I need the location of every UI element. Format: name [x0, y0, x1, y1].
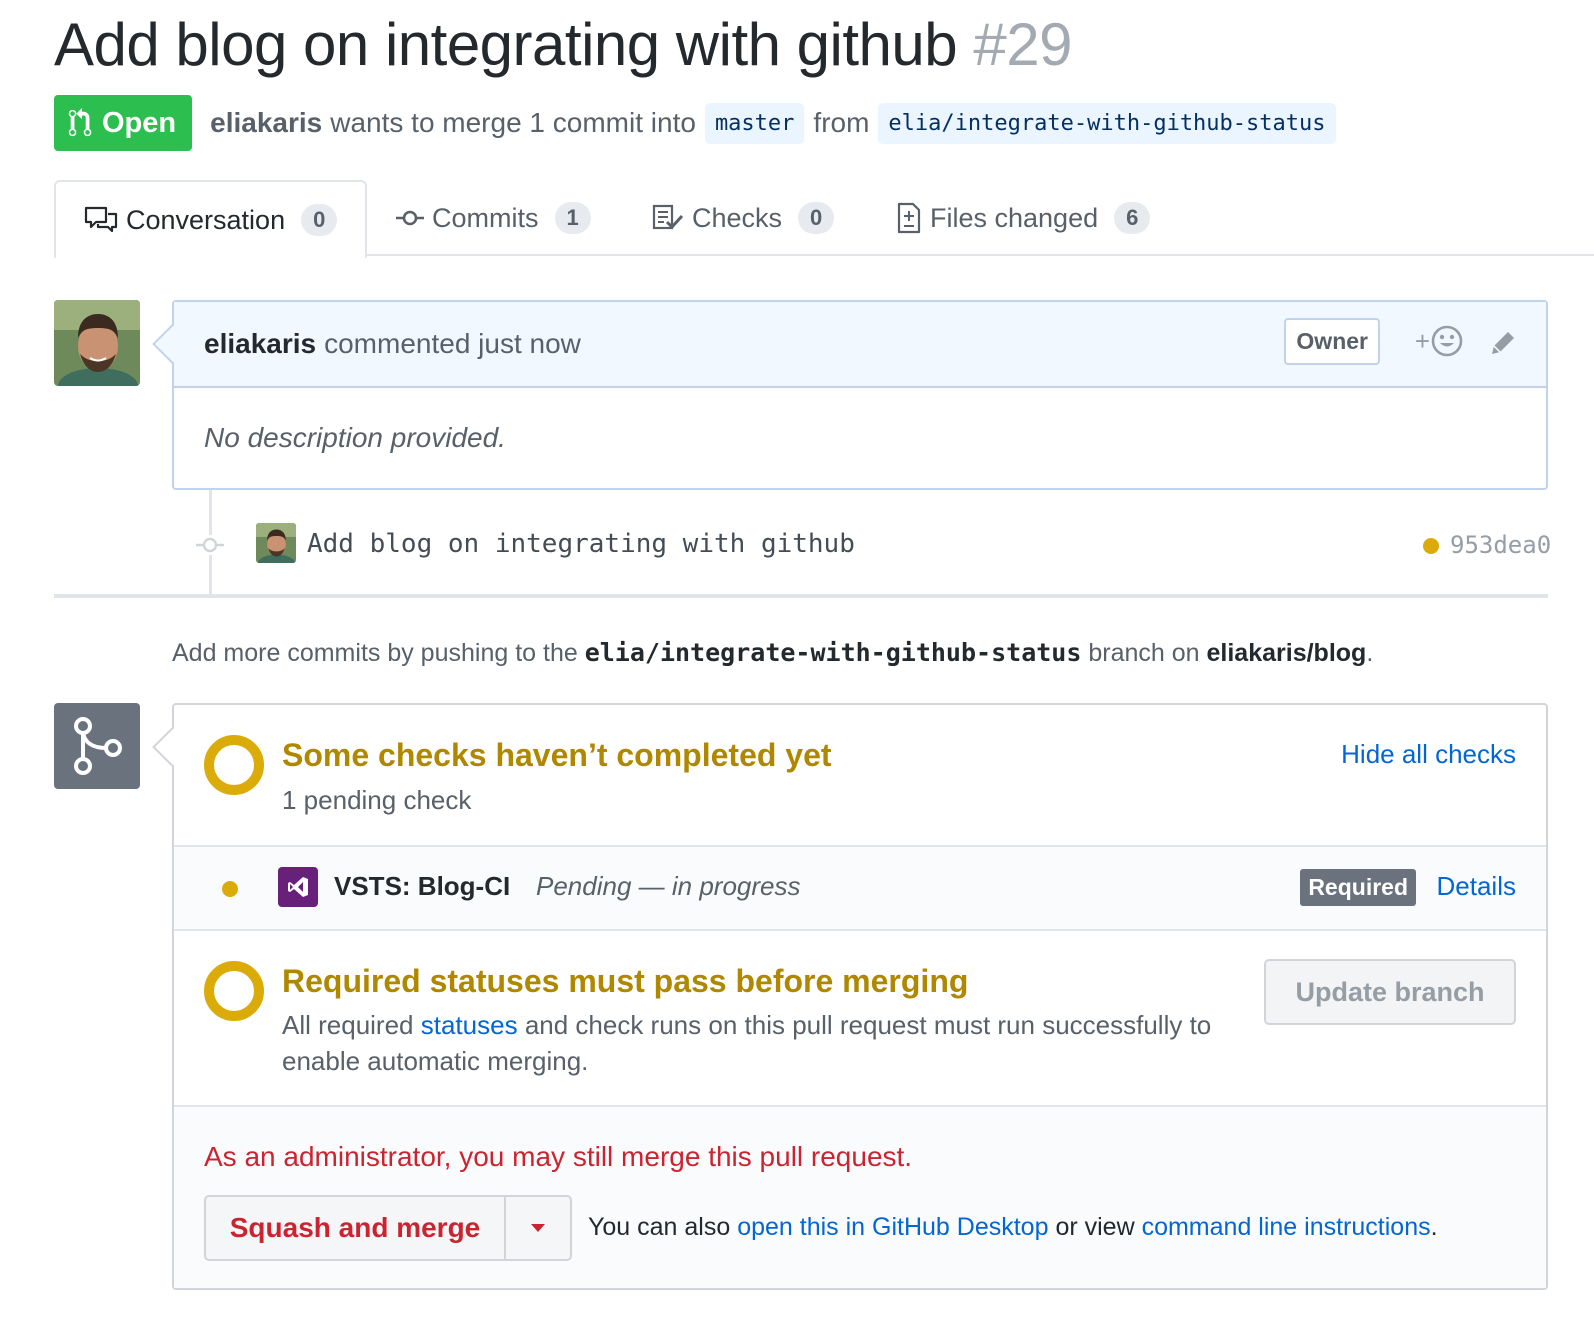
push-note-suffix: .	[1366, 639, 1374, 667]
required-heading: Required statuses must pass before mergi…	[282, 963, 969, 999]
timeline-divider	[54, 594, 1548, 598]
add-reaction-button[interactable]: +	[1415, 324, 1464, 358]
commit-message[interactable]: Add blog on integrating with github	[307, 529, 855, 559]
visual-studio-icon	[278, 867, 318, 907]
comment-body: No description provided.	[204, 422, 506, 453]
commit-sha[interactable]: 953dea0	[1450, 531, 1551, 559]
push-note-repo: eliakaris/blog	[1206, 639, 1367, 667]
author-avatar[interactable]	[54, 300, 140, 386]
pencil-icon	[1492, 332, 1514, 354]
comment-arrow	[152, 324, 192, 364]
push-note-branch: elia/integrate-with-github-status	[584, 638, 1082, 667]
open-desktop-link[interactable]: open this in GitHub Desktop	[737, 1213, 1048, 1241]
checks-heading: Some checks haven’t completed yet	[282, 737, 832, 773]
pr-title-text: Add blog on integrating with github	[54, 11, 958, 78]
tab-commits[interactable]: Commits 1	[396, 180, 591, 256]
comment-action[interactable]: commented just now	[324, 328, 581, 360]
comment-box: eliakaris commented just now Owner + No …	[152, 300, 1548, 490]
cli-instructions-link[interactable]: command line instructions	[1142, 1213, 1431, 1241]
pending-ring-icon	[204, 735, 264, 795]
pr-title: Add blog on integrating with github #29	[54, 10, 1072, 79]
update-branch-button[interactable]: Update branch	[1264, 959, 1516, 1025]
triangle-down-icon	[531, 1224, 545, 1232]
merge-text: wants to merge 1 commit into	[330, 107, 696, 138]
edit-comment-button[interactable]	[1488, 328, 1518, 365]
merge-section: As an administrator, you may still merge…	[174, 1107, 1546, 1288]
merge-alternatives: You can also open this in GitHub Desktop…	[588, 1213, 1438, 1242]
push-note-middle: branch on	[1088, 639, 1200, 667]
tab-conversation[interactable]: Conversation 0	[54, 180, 368, 258]
state-label: Open	[102, 106, 177, 139]
author-link[interactable]: eliakaris	[210, 107, 322, 139]
tab-conversation-label: Conversation	[126, 204, 286, 235]
also-mid: or view	[1055, 1213, 1135, 1241]
merge-summary: eliakaris wants to merge 1 commit into m…	[210, 102, 1344, 144]
checks-sub: 1 pending check	[282, 785, 472, 815]
owner-badge: Owner	[1284, 318, 1380, 365]
hide-checks-link[interactable]: Hide all checks	[1341, 739, 1516, 770]
pending-ring-icon	[204, 961, 264, 1021]
tab-checks-label: Checks	[692, 202, 783, 233]
tab-conversation-count: 0	[301, 204, 338, 236]
squash-merge-button[interactable]: Squash and merge	[206, 1197, 506, 1259]
tab-files-label: Files changed	[930, 202, 1099, 233]
git-commit-icon	[196, 535, 224, 555]
tab-files-changed[interactable]: Files changed 6	[896, 180, 1151, 256]
checklist-icon	[652, 204, 684, 232]
tab-checks-count: 0	[798, 202, 835, 234]
head-branch[interactable]: elia/integrate-with-github-status	[878, 102, 1336, 144]
required-body-pre: All required	[282, 1010, 414, 1040]
required-badge: Required	[1300, 869, 1416, 906]
comment-header: eliakaris commented just now Owner +	[152, 302, 1546, 388]
from-text: from	[813, 107, 870, 138]
statuses-link[interactable]: statuses	[421, 1010, 518, 1040]
tab-checks[interactable]: Checks 0	[652, 180, 835, 256]
details-link[interactable]: Details	[1437, 871, 1516, 902]
commit-author-avatar[interactable]	[256, 523, 296, 563]
required-body: All required statuses and check runs on …	[282, 1007, 1232, 1079]
comment-discussion-icon	[84, 206, 118, 234]
smiley-icon	[1431, 325, 1463, 357]
tab-files-count: 6	[1114, 202, 1151, 234]
also-post: .	[1430, 1213, 1438, 1241]
check-status: Pending — in progress	[536, 871, 801, 901]
check-name: VSTS: Blog-CI	[334, 871, 511, 901]
merge-options-dropdown[interactable]	[506, 1197, 570, 1259]
diff-icon	[896, 202, 922, 234]
required-statuses: Required statuses must pass before mergi…	[174, 931, 1546, 1107]
pr-number: #29	[973, 11, 1072, 78]
state-badge: Open	[54, 95, 193, 151]
push-note-prefix: Add more commits by pushing to the	[172, 639, 578, 667]
pr-meta: Open eliakaris wants to merge 1 commit i…	[54, 95, 1345, 151]
base-branch[interactable]: master	[704, 102, 805, 144]
check-row: VSTS: Blog-CI Pending — in progress Requ…	[174, 847, 1546, 931]
git-pull-request-icon	[68, 108, 92, 137]
tab-commits-label: Commits	[432, 202, 539, 233]
admin-note: As an administrator, you may still merge…	[204, 1141, 913, 1172]
tab-commits-count: 1	[554, 202, 591, 234]
git-merge-icon	[54, 703, 140, 789]
git-commit-icon	[396, 208, 424, 228]
reaction-plus: +	[1414, 325, 1430, 356]
pending-status-dot	[222, 881, 238, 897]
checks-summary: Some checks haven’t completed yet 1 pend…	[174, 705, 1546, 847]
merge-button-group: Squash and merge	[204, 1195, 572, 1261]
push-note: Add more commits by pushing to the elia/…	[172, 638, 1373, 668]
commit-status-dot[interactable]	[1423, 538, 1439, 554]
merge-box: Some checks haven’t completed yet 1 pend…	[152, 703, 1548, 1290]
tab-bar: Conversation 0 Commits 1 Checks 0 Files …	[54, 180, 1594, 258]
comment-author[interactable]: eliakaris	[204, 328, 316, 360]
also-pre: You can also	[588, 1213, 731, 1241]
